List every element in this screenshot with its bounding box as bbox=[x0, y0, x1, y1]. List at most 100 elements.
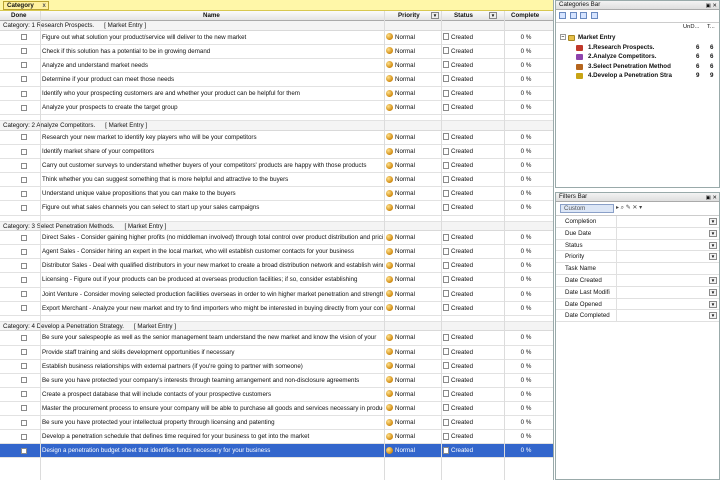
priority-cell[interactable]: Normal bbox=[386, 288, 440, 301]
task-name[interactable]: Figure out what sales channels you can s… bbox=[42, 201, 383, 214]
chevron-down-icon[interactable]: ▼ bbox=[709, 288, 717, 296]
priority-cell[interactable]: Normal bbox=[386, 73, 440, 86]
priority-cell[interactable]: Normal bbox=[386, 187, 440, 200]
custom-filter-select[interactable]: Custom bbox=[560, 204, 614, 213]
task-name[interactable]: Agent Sales - Consider hiring an expert … bbox=[42, 245, 383, 258]
filter-field-row[interactable]: Completion ▼ bbox=[556, 216, 719, 228]
status-cell[interactable]: Created bbox=[443, 59, 503, 72]
status-cell[interactable]: Created bbox=[443, 201, 503, 214]
priority-cell[interactable]: Normal bbox=[386, 302, 440, 315]
complete-cell[interactable]: 0 % bbox=[506, 73, 546, 86]
status-cell[interactable]: Created bbox=[443, 331, 503, 344]
complete-cell[interactable]: 0 % bbox=[506, 173, 546, 186]
complete-cell[interactable]: 0 % bbox=[506, 87, 546, 100]
filter-field-row[interactable]: Date Last Modifi ▼ bbox=[556, 286, 719, 299]
table-row[interactable]: Determine if your product can meet those… bbox=[0, 72, 553, 88]
table-row[interactable]: Master the procurement process to ensure… bbox=[0, 401, 553, 416]
task-name[interactable]: Analyze and understand market needs bbox=[42, 59, 383, 72]
complete-cell[interactable]: 0 % bbox=[506, 201, 546, 214]
complete-cell[interactable]: 0 % bbox=[506, 374, 546, 387]
complete-cell[interactable]: 0 % bbox=[506, 273, 546, 286]
done-checkbox[interactable] bbox=[21, 48, 27, 55]
task-name[interactable]: Identify market share of your competitor… bbox=[42, 145, 383, 158]
done-checkbox[interactable] bbox=[21, 363, 27, 370]
task-name[interactable]: Joint Venture - Consider moving selected… bbox=[42, 288, 383, 301]
close-icon[interactable]: x bbox=[42, 2, 45, 10]
priority-cell[interactable]: Normal bbox=[386, 430, 440, 443]
status-cell[interactable]: Created bbox=[443, 187, 503, 200]
task-name[interactable]: Establish business relationships with ex… bbox=[42, 360, 383, 373]
table-row[interactable]: Think whether you can suggest something … bbox=[0, 173, 553, 188]
chevron-down-icon[interactable]: ▼ bbox=[709, 312, 717, 320]
complete-cell[interactable]: 0 % bbox=[506, 159, 546, 172]
table-row[interactable]: Figure out what solution your product/se… bbox=[0, 30, 553, 45]
status-cell[interactable]: Created bbox=[443, 346, 503, 359]
priority-cell[interactable]: Normal bbox=[386, 45, 440, 58]
priority-cell[interactable]: Normal bbox=[386, 87, 440, 100]
task-name[interactable]: Analyze your prospects to create the tar… bbox=[42, 101, 383, 114]
pane-buttons[interactable]: ▣ ✕ bbox=[706, 2, 717, 10]
filter-field-row[interactable]: Date Completed ▼ bbox=[556, 310, 719, 323]
done-checkbox[interactable] bbox=[21, 305, 27, 312]
done-checkbox[interactable] bbox=[21, 405, 27, 412]
done-checkbox[interactable] bbox=[21, 104, 27, 111]
done-checkbox[interactable] bbox=[21, 134, 27, 141]
priority-cell[interactable]: Normal bbox=[386, 245, 440, 258]
chevron-down-icon[interactable]: ▼ bbox=[709, 218, 717, 225]
group-chip-category[interactable]: Category x bbox=[3, 1, 49, 10]
task-name[interactable]: Carry out customer surveys to understand… bbox=[42, 159, 383, 172]
complete-cell[interactable]: 0 % bbox=[506, 430, 546, 443]
priority-cell[interactable]: Normal bbox=[386, 273, 440, 286]
priority-cell[interactable]: Normal bbox=[386, 31, 440, 44]
table-row[interactable]: Check if this solution has a potential t… bbox=[0, 44, 553, 59]
filter-category-icon[interactable] bbox=[580, 12, 588, 19]
pane-buttons[interactable]: ▣ ✕ bbox=[706, 194, 717, 202]
status-cell[interactable]: Created bbox=[443, 145, 503, 158]
status-cell[interactable]: Created bbox=[443, 430, 503, 443]
done-checkbox[interactable] bbox=[21, 34, 27, 41]
table-row[interactable]: Identify who your prospecting customers … bbox=[0, 87, 553, 102]
filter-field-row[interactable]: Priority ▼ bbox=[556, 251, 719, 264]
table-row[interactable]: Export Merchant - Analyze your new marke… bbox=[0, 301, 553, 316]
table-row[interactable]: Agent Sales - Consider hiring an expert … bbox=[0, 245, 553, 260]
complete-cell[interactable]: 0 % bbox=[506, 245, 546, 258]
complete-cell[interactable]: 0 % bbox=[506, 45, 546, 58]
complete-cell[interactable]: 0 % bbox=[506, 31, 546, 44]
complete-cell[interactable]: 0 % bbox=[506, 360, 546, 373]
priority-filter-icon[interactable]: ▼ bbox=[431, 12, 439, 19]
done-checkbox[interactable] bbox=[21, 276, 27, 283]
done-checkbox[interactable] bbox=[21, 176, 27, 183]
complete-cell[interactable]: 0 % bbox=[506, 187, 546, 200]
filter-field-row[interactable]: Date Opened ▼ bbox=[556, 298, 719, 311]
priority-cell[interactable]: Normal bbox=[386, 388, 440, 401]
complete-cell[interactable]: 0 % bbox=[506, 302, 546, 315]
chevron-down-icon[interactable]: ▼ bbox=[709, 300, 717, 308]
table-row[interactable]: Research your new market to identify key… bbox=[0, 130, 553, 146]
task-name[interactable]: Be sure your salespeople as well as the … bbox=[42, 331, 383, 344]
table-row[interactable]: Identify market share of your competitor… bbox=[0, 145, 553, 160]
status-cell[interactable]: Created bbox=[443, 159, 503, 172]
done-checkbox[interactable] bbox=[21, 90, 27, 97]
task-name[interactable]: Think whether you can suggest something … bbox=[42, 173, 383, 186]
complete-cell[interactable]: 0 % bbox=[506, 288, 546, 301]
complete-cell[interactable]: 0 % bbox=[506, 346, 546, 359]
chevron-down-icon[interactable]: ▼ bbox=[709, 241, 717, 249]
filter-field-row[interactable]: Due Date ▼ bbox=[556, 227, 719, 240]
column-name[interactable]: Name bbox=[203, 12, 220, 20]
done-checkbox[interactable] bbox=[21, 419, 27, 426]
task-name[interactable]: Be sure you have protected your company'… bbox=[42, 374, 383, 387]
table-row[interactable]: Understand unique value propositions tha… bbox=[0, 187, 553, 202]
complete-cell[interactable]: 0 % bbox=[506, 331, 546, 344]
priority-cell[interactable]: Normal bbox=[386, 59, 440, 72]
tree-item-category[interactable]: 2.Analyze Competitors. 6 6 bbox=[556, 52, 719, 62]
priority-cell[interactable]: Normal bbox=[386, 159, 440, 172]
edit-category-icon[interactable] bbox=[569, 12, 577, 19]
complete-cell[interactable]: 0 % bbox=[506, 388, 546, 401]
status-cell[interactable]: Created bbox=[443, 31, 503, 44]
tree-item-category[interactable]: 4.Develop a Penetration Stra 9 9 bbox=[556, 71, 719, 81]
status-cell[interactable]: Created bbox=[443, 259, 503, 272]
task-name[interactable]: Research your new market to identify key… bbox=[42, 131, 383, 144]
task-name[interactable]: Understand unique value propositions tha… bbox=[42, 187, 383, 200]
table-row[interactable]: Create a prospect database that will inc… bbox=[0, 387, 553, 402]
complete-cell[interactable]: 0 % bbox=[506, 145, 546, 158]
